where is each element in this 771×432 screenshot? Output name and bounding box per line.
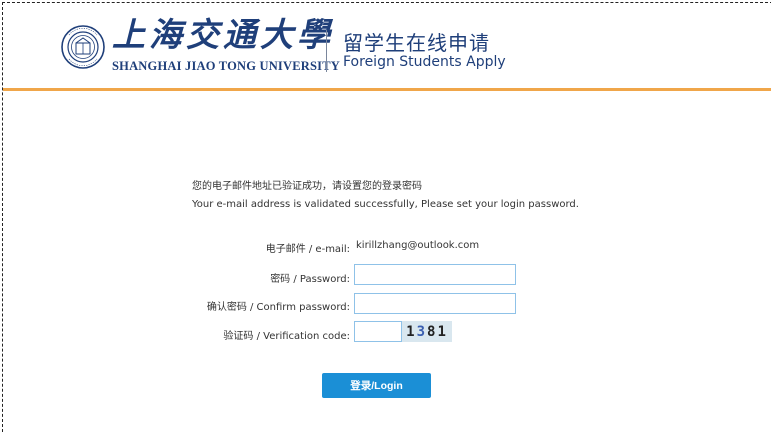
header-divider xyxy=(326,30,327,72)
university-emblem-icon xyxy=(61,25,105,69)
email-label: 电子邮件 / e-mail: xyxy=(265,244,350,255)
login-button[interactable]: 登录/Login xyxy=(322,373,431,398)
university-name-en: SHANGHAI JIAO TONG UNIVERSITY xyxy=(112,59,340,73)
password-input[interactable] xyxy=(354,264,516,285)
verification-code-input[interactable] xyxy=(354,321,402,342)
confirm-password-label: 确认密码 / Confirm password: xyxy=(206,302,350,313)
university-name-cn: 上海交通大學 xyxy=(112,15,334,54)
captcha-digit: 8 xyxy=(427,323,438,340)
captcha-digit: 1 xyxy=(406,323,417,340)
portal-title-cn: 留学生在线申请 xyxy=(343,31,490,55)
validation-message-cn: 您的电子邮件地址已验证成功，请设置您的登录密码 xyxy=(192,181,422,192)
captcha-image[interactable]: 1 3 8 1 xyxy=(402,321,452,342)
email-value: kirillzhang@outlook.com xyxy=(356,240,480,251)
header-accent-line xyxy=(3,88,771,91)
captcha-digit: 1 xyxy=(437,323,448,340)
validation-message-en: Your e-mail address is validated success… xyxy=(192,199,579,210)
portal-title-en: Foreign Students Apply xyxy=(343,54,506,70)
confirm-password-input[interactable] xyxy=(354,293,516,314)
captcha-digit: 3 xyxy=(416,323,427,340)
verification-code-label: 验证码 / Verification code: xyxy=(223,331,350,342)
password-label: 密码 / Password: xyxy=(270,274,350,285)
